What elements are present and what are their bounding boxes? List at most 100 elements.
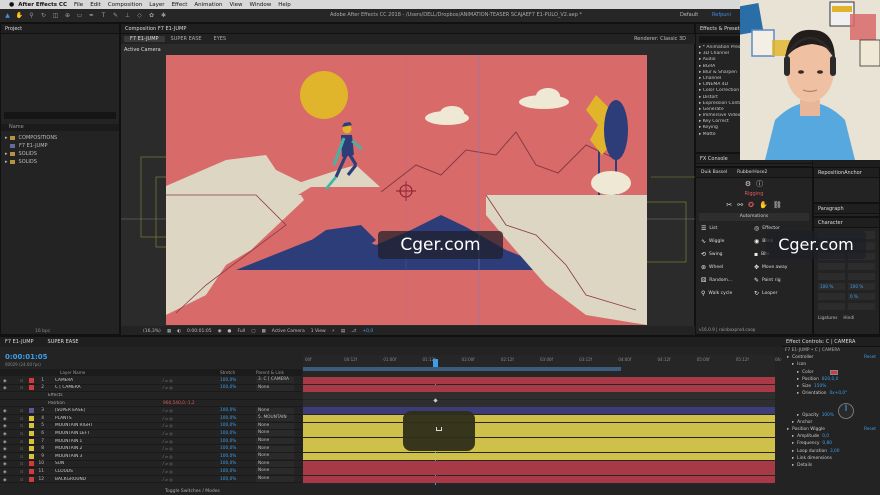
layer-switches[interactable]: ⁄ ▱ ◎ <box>163 416 173 421</box>
keyframe-navigator[interactable] <box>403 411 475 451</box>
tab-eyes[interactable]: EYES <box>208 36 233 42</box>
settings-icon[interactable]: ⚙ <box>745 180 751 188</box>
twirl-icon[interactable]: ▸ <box>797 383 799 390</box>
layer-name[interactable]: PLANTS <box>55 416 155 421</box>
layer-name[interactable]: C [ CAMERA <box>55 385 155 390</box>
effect-property-row[interactable]: ▸ Position Wiggle Reset <box>782 426 880 433</box>
twirl-icon[interactable]: ▸ <box>792 440 794 447</box>
effect-controls-title[interactable]: Effect Controls: C | CAMERA <box>782 337 880 347</box>
layer-switches[interactable]: ⁄ ▱ ◎ <box>163 378 173 383</box>
caps-field[interactable] <box>848 303 875 310</box>
effect-property-row[interactable]: ▸ Color <box>782 369 880 376</box>
selection-tool-icon[interactable]: ▲ <box>3 11 12 20</box>
effect-property-row[interactable] <box>782 405 880 412</box>
parent-select[interactable]: None <box>256 460 294 467</box>
property-value[interactable]: 150% <box>814 383 826 390</box>
layer-name[interactable]: Effects <box>48 393 148 398</box>
parent-select[interactable]: None <box>256 422 294 429</box>
layer-duration-bar[interactable] <box>303 392 775 400</box>
brush-tool-icon[interactable]: ✎ <box>111 11 120 20</box>
baseline-shift-field[interactable] <box>818 293 845 300</box>
rotate-tool-icon[interactable]: ↻ <box>39 11 48 20</box>
property-row[interactable]: Position 960,540,0,-1,2 <box>0 400 302 408</box>
visibility-eye-icon[interactable]: ◉ <box>3 378 8 383</box>
parent-select[interactable]: None <box>256 430 294 437</box>
stretch-value[interactable]: 100,0% <box>220 416 236 421</box>
resolution-select[interactable]: Full <box>237 329 245 334</box>
visibility-eye-icon[interactable]: ◉ <box>3 423 8 428</box>
toggle-switches-modes[interactable]: Toggle Switches / Modes <box>165 489 220 494</box>
twirl-icon[interactable]: ▸ <box>792 433 794 440</box>
puppet-tool-icon[interactable]: ✱ <box>159 11 168 20</box>
keyframe-icon[interactable] <box>436 427 442 431</box>
workspace-default[interactable]: Default <box>680 12 698 18</box>
parent-select[interactable]: 3. C [ CAMERA <box>256 377 294 384</box>
label-color-swatch[interactable] <box>29 468 34 474</box>
layer-switches[interactable]: ⁄ ▱ ◎ <box>163 477 173 482</box>
tab-timeline-f7-e1-jump[interactable]: F7 E1-JUMP <box>5 339 34 345</box>
layer-duration-bar[interactable] <box>303 415 775 422</box>
layer-row[interactable]: ◉ ⊡ 12 BACKGROUND ⁄ ▱ ◎ 100,0% None <box>0 476 302 484</box>
layer-row[interactable]: ◉ ⊡ 2 C [ CAMERA ⁄ ▱ ◎ 100,0% None <box>0 384 302 393</box>
label-color-swatch[interactable] <box>29 438 34 444</box>
effect-property-row[interactable]: ▸ Size 150% <box>782 383 880 390</box>
menu-view[interactable]: View <box>229 2 242 8</box>
layer-switches[interactable]: ⁄ ▱ ◎ <box>163 385 173 390</box>
project-item[interactable]: ▸ COMPOSITIONS <box>1 134 119 142</box>
property-row[interactable]: Effects <box>0 392 302 400</box>
visibility-eye-icon[interactable]: ◉ <box>3 469 8 474</box>
composition-stage[interactable] <box>166 55 647 325</box>
lock-icon[interactable]: ⊡ <box>20 469 23 474</box>
tab-duik-bassel[interactable]: Duik Bassel <box>696 170 732 175</box>
layer-switches[interactable]: ⁄ ▱ ◎ <box>163 408 173 413</box>
3d-view-select[interactable]: Active Camera <box>272 329 305 334</box>
paint-rig-button[interactable]: ✎ Paint rig <box>754 275 807 285</box>
property-value[interactable]: 0x+0,0° <box>829 390 847 397</box>
exposure-value[interactable]: +0,0 <box>362 329 373 334</box>
lock-icon[interactable]: ⊡ <box>20 446 23 451</box>
layer-switches[interactable]: ⁄ ▱ ◎ <box>163 439 173 444</box>
lock-icon[interactable]: ⊡ <box>20 431 23 436</box>
parent-select[interactable]: None <box>256 453 294 460</box>
lock-icon[interactable]: ⊡ <box>20 408 23 413</box>
layer-row[interactable]: ◉ ⊡ 10 SUN ⁄ ▱ ◎ 100,0% None <box>0 460 302 469</box>
parent-select[interactable]: None <box>256 384 294 391</box>
grid-icon[interactable]: ▦ <box>167 329 171 334</box>
layer-row[interactable]: ◉ ⊡ 11 CLOUDS ⁄ ▱ ◎ 100,0% None <box>0 468 302 476</box>
magnification-select[interactable]: (16,3%) <box>143 329 161 334</box>
rigging-header[interactable]: Rigging <box>696 190 812 199</box>
property-value[interactable]: 100% <box>822 412 834 419</box>
reset-button[interactable]: Reset <box>864 354 876 361</box>
automations-header[interactable]: Automations <box>699 213 809 221</box>
layer-duration-bar[interactable] <box>303 407 775 415</box>
workspace-active[interactable]: Refpuni <box>712 12 731 18</box>
layer-duration-bar[interactable] <box>303 384 775 392</box>
twirl-icon[interactable]: ▸ <box>797 390 799 397</box>
parent-select[interactable]: 5. MOUNTAIN <box>256 415 294 422</box>
menu-window[interactable]: Window <box>250 2 272 8</box>
text-tool-icon[interactable]: T <box>99 11 108 20</box>
info-icon[interactable]: ⓘ <box>756 179 763 189</box>
layer-row[interactable]: ◉ ⊡ 8 MOUNTAIN 2 ⁄ ▱ ◎ 100,0% None <box>0 445 302 453</box>
tsume-field[interactable]: 0 % <box>848 293 875 300</box>
ligatures-checkbox[interactable]: Ligatures <box>818 315 837 320</box>
menu-file[interactable]: File <box>74 2 83 8</box>
visibility-eye-icon[interactable]: ◉ <box>3 461 8 466</box>
layer-duration-bar[interactable] <box>303 430 775 438</box>
pan-behind-tool-icon[interactable]: ⊕ <box>63 11 72 20</box>
label-color-swatch[interactable] <box>29 385 34 391</box>
composition-panel-title[interactable]: Composition F7 E1-JUMP <box>121 24 694 34</box>
controller-icon[interactable]: ✪ <box>748 201 754 209</box>
visibility-eye-icon[interactable]: ◉ <box>3 431 8 436</box>
project-search-input[interactable] <box>4 112 116 119</box>
project-item[interactable]: ▸ SOLIDS <box>1 150 119 158</box>
zoom-tool-icon[interactable]: ⚲ <box>27 11 36 20</box>
bones-icon[interactable]: ✂ <box>726 201 732 209</box>
lock-icon[interactable]: ⊡ <box>20 439 23 444</box>
twirl-icon[interactable]: ▸ <box>787 426 789 433</box>
parent-select[interactable]: None <box>256 468 294 475</box>
twirl-icon[interactable]: ▸ <box>792 419 794 426</box>
label-color-swatch[interactable] <box>29 461 34 467</box>
project-item[interactable]: F7 E1-JUMP <box>1 142 119 150</box>
view-layout-select[interactable]: 1 View <box>311 329 326 334</box>
